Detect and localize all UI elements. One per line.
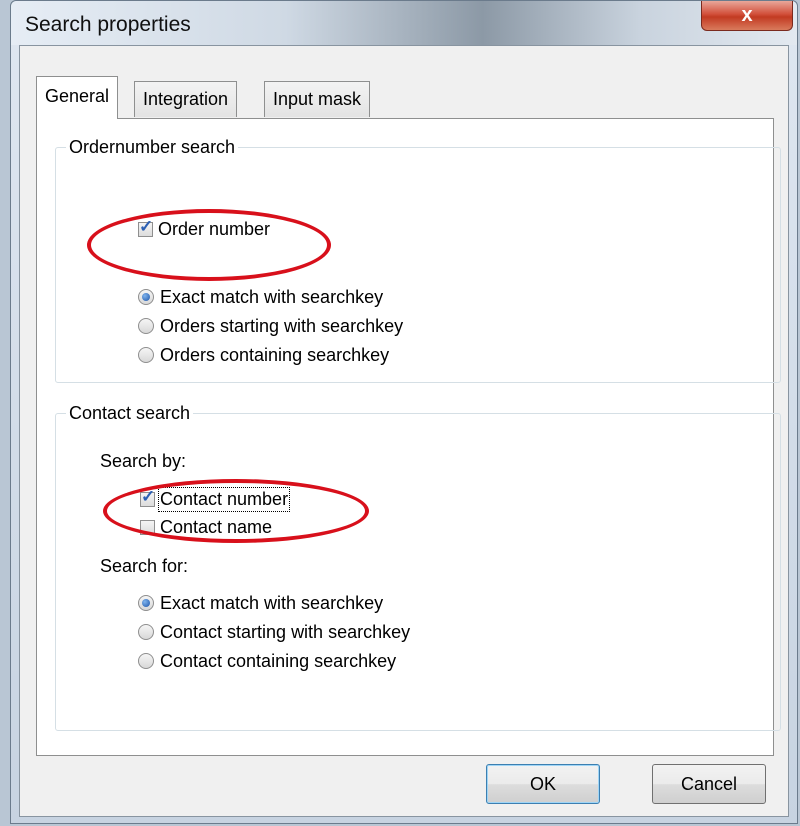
radio-contact-starting[interactable]: Contact starting with searchkey [138, 620, 410, 644]
radio-label: Orders starting with searchkey [160, 315, 404, 336]
cancel-button[interactable]: Cancel [652, 764, 766, 804]
radio-contact-containing[interactable]: Contact containing searchkey [138, 649, 396, 673]
radio-label: Exact match with searchkey [160, 286, 384, 307]
radio-orders-starting[interactable]: Orders starting with searchkey [138, 314, 403, 338]
radio-label: Contact starting with searchkey [160, 621, 411, 642]
search-for-label: Search for: [100, 556, 189, 576]
group-legend: Contact search [66, 402, 194, 424]
close-button[interactable]: x [701, 1, 793, 31]
window-title: Search properties [25, 13, 191, 36]
radio-exact-match-contact[interactable]: Exact match with searchkey [138, 591, 383, 615]
group-legend: Ordernumber search [66, 136, 239, 158]
tab-general[interactable]: General [36, 76, 119, 119]
radio-button [138, 595, 154, 611]
radio-selected-dot [142, 293, 150, 301]
tab-label: Input mask [273, 89, 362, 109]
radio-button [138, 653, 154, 669]
dialog-client-area: General Integration Input mask Ordernumb… [19, 45, 789, 817]
button-label: Cancel [680, 774, 738, 794]
contact-search-group: Contact search Search by: ✓ Contact numb… [55, 402, 781, 731]
radio-label: Contact containing searchkey [160, 650, 397, 671]
tab-panel-general: Ordernumber search ✓ Order number Exact … [36, 118, 781, 756]
tab-label: General [45, 86, 110, 106]
search-by-label: Search by: [100, 451, 187, 471]
radio-selected-dot [142, 599, 150, 607]
dialog-window: Search properties x General Integration … [10, 0, 798, 824]
tab-label: Integration [143, 89, 229, 109]
radio-label: Orders containing searchkey [160, 344, 390, 365]
button-label: OK [529, 774, 556, 794]
annotation-ellipse-contact-number [103, 479, 369, 543]
radio-button [138, 289, 154, 305]
radio-orders-containing[interactable]: Orders containing searchkey [138, 343, 389, 367]
annotation-ellipse-order-number [87, 209, 331, 281]
radio-button [138, 624, 154, 640]
radio-button [138, 318, 154, 334]
tab-integration[interactable]: Integration [134, 81, 238, 117]
tab-input-mask[interactable]: Input mask [264, 81, 371, 117]
radio-exact-match-order[interactable]: Exact match with searchkey [138, 285, 383, 309]
radio-label: Exact match with searchkey [160, 592, 384, 613]
radio-button [138, 347, 154, 363]
title-bar[interactable]: Search properties x [11, 1, 797, 45]
close-icon: x [741, 4, 753, 26]
ok-button[interactable]: OK [486, 764, 600, 804]
